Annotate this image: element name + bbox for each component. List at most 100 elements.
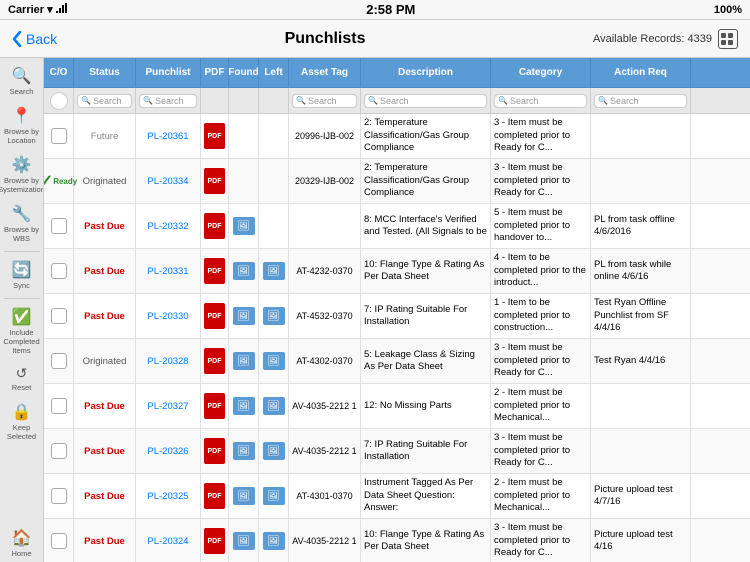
search-status-input[interactable]: 🔍 Search [77,94,132,108]
table-row[interactable]: Originated PL-20328 PDF 🖼 🖼 AT-4302-0370… [44,339,750,384]
row-category-cell: 1 - Item to be completed prior to constr… [491,294,591,338]
row-checkbox[interactable] [51,128,67,144]
sidebar-item-home[interactable]: 🏠 Home [0,524,43,562]
time-display: 2:58 PM [366,2,415,17]
found-image-icon[interactable]: 🖼 [233,262,255,280]
search-cat-input[interactable]: 🔍 Search [494,94,587,108]
back-button[interactable]: Back [12,31,57,47]
nav-bar: Back Punchlists Available Records: 4339 [0,20,750,58]
row-checkbox[interactable] [51,263,67,279]
col-header-action: Action Req [591,58,691,87]
found-image-icon[interactable]: 🖼 [233,532,255,550]
pdf-icon[interactable]: PDF [204,168,225,194]
col-header-desc: Description [361,58,491,87]
row-punchlist-cell[interactable]: PL-20334 [136,159,201,203]
left-image-icon[interactable]: 🖼 [263,487,285,505]
search-asset-input[interactable]: 🔍 Search [292,94,357,108]
row-category-cell: 3 - Item must be completed prior to Read… [491,519,591,562]
found-image-icon[interactable]: 🖼 [233,217,255,235]
table-row[interactable]: Past Due PL-20324 PDF 🖼 🖼 AV-4035-2212 1… [44,519,750,562]
row-punchlist-cell[interactable]: PL-20332 [136,204,201,248]
table-row[interactable]: Past Due PL-20325 PDF 🖼 🖼 AT-4301-0370 I… [44,474,750,519]
sidebar-item-completed[interactable]: ✅ Include Completed Items [0,303,43,359]
row-punchlist-cell[interactable]: PL-20331 [136,249,201,293]
search-desc-input[interactable]: 🔍 Search [364,94,487,108]
col-header-found: Found [229,58,259,87]
left-image-icon[interactable]: 🖼 [263,532,285,550]
pdf-icon[interactable]: PDF [204,213,225,239]
found-image-icon[interactable]: 🖼 [233,442,255,460]
left-image-icon[interactable]: 🖼 [263,352,285,370]
pdf-icon[interactable]: PDF [204,258,225,284]
pdf-icon[interactable]: PDF [204,348,225,374]
row-pdf-cell: PDF [201,294,229,338]
status-badge: Past Due [84,311,125,322]
left-image-icon[interactable]: 🖼 [263,307,285,325]
table-row[interactable]: Past Due PL-20332 PDF 🖼 8: MCC Interface… [44,204,750,249]
row-desc-cell: 12: No Missing Parts [361,384,491,428]
col-header-status: Status [74,58,136,87]
sidebar-item-systemization[interactable]: ⚙️ Browse by Systemization [0,151,43,198]
row-desc-cell: 5: Leakage Class & Sizing As Per Data Sh… [361,339,491,383]
sidebar-keep-label: Keep Selected [2,423,41,441]
table-row[interactable]: Past Due PL-20331 PDF 🖼 🖼 AT-4232-0370 1… [44,249,750,294]
row-punchlist-cell[interactable]: PL-20327 [136,384,201,428]
row-status-cell: Originated [74,159,136,203]
row-punchlist-cell[interactable]: PL-20326 [136,429,201,473]
row-action-cell [591,159,691,203]
row-checkbox[interactable] [51,218,67,234]
row-punchlist-cell[interactable]: PL-20361 [136,114,201,158]
left-image-icon[interactable]: 🖼 [263,262,285,280]
row-checkbox[interactable] [51,443,67,459]
sidebar-wbs-label: Browse by WBS [2,225,41,243]
pdf-icon[interactable]: PDF [204,303,225,329]
row-checkbox[interactable] [51,398,67,414]
sidebar-item-sync[interactable]: 🔄 Sync [0,256,43,294]
row-punchlist-cell[interactable]: PL-20325 [136,474,201,518]
row-checkbox[interactable] [51,308,67,324]
row-category-cell: 5 - Item must be completed prior to hand… [491,204,591,248]
select-all-circle[interactable] [50,92,68,110]
row-asset-cell: AT-4532-0370 [289,294,361,338]
row-punchlist-cell[interactable]: PL-20324 [136,519,201,562]
row-checkbox[interactable] [51,533,67,549]
sidebar-item-search[interactable]: 🔍 Search [0,62,43,100]
left-image-icon[interactable]: 🖼 [263,397,285,415]
row-checkbox[interactable] [51,353,67,369]
search-action-icon: 🔍 [598,96,608,105]
reset-icon: ↺ [16,365,28,382]
row-punchlist-cell[interactable]: PL-20330 [136,294,201,338]
row-pdf-cell: PDF [201,384,229,428]
row-checkbox[interactable] [51,488,67,504]
table-row[interactable]: Past Due PL-20326 PDF 🖼 🖼 AV-4035-2212 1… [44,429,750,474]
pdf-icon[interactable]: PDF [204,528,225,554]
sidebar-item-wbs[interactable]: 🔧 Browse by WBS [0,200,43,247]
table-row[interactable]: Future PL-20361 PDF 20996-IJB-002 2: Tem… [44,114,750,159]
sidebar-item-reset[interactable]: ↺ Reset [0,361,43,396]
grid-view-button[interactable] [718,29,738,49]
pdf-icon[interactable]: PDF [204,483,225,509]
found-image-icon[interactable]: 🖼 [233,487,255,505]
found-image-icon[interactable]: 🖼 [233,352,255,370]
search-punch-input[interactable]: 🔍 Search [139,94,197,108]
column-header-row: C/O Status Punchlist PDF Found Left Asse… [44,58,750,88]
search-co-cell [44,88,74,113]
row-co-cell [44,429,74,473]
row-co-cell [44,294,74,338]
row-left-cell: 🖼 [259,519,289,562]
pdf-icon[interactable]: PDF [204,438,225,464]
row-found-cell: 🖼 [229,429,259,473]
row-punchlist-cell[interactable]: PL-20328 [136,339,201,383]
pdf-icon[interactable]: PDF [204,123,225,149]
search-action-input[interactable]: 🔍 Search [594,94,687,108]
sidebar-item-location[interactable]: 📍 Browse by Location [0,102,43,149]
row-found-cell: 🖼 [229,519,259,562]
found-image-icon[interactable]: 🖼 [233,397,255,415]
pdf-icon[interactable]: PDF [204,393,225,419]
table-row[interactable]: Past Due PL-20327 PDF 🖼 🖼 AV-4035-2212 1… [44,384,750,429]
table-row[interactable]: ✓Ready Originated PL-20334 PDF 20329-IJB… [44,159,750,204]
found-image-icon[interactable]: 🖼 [233,307,255,325]
left-image-icon[interactable]: 🖼 [263,442,285,460]
table-row[interactable]: Past Due PL-20330 PDF 🖼 🖼 AT-4532-0370 7… [44,294,750,339]
sidebar-item-keep[interactable]: 🔒 Keep Selected [0,398,43,445]
